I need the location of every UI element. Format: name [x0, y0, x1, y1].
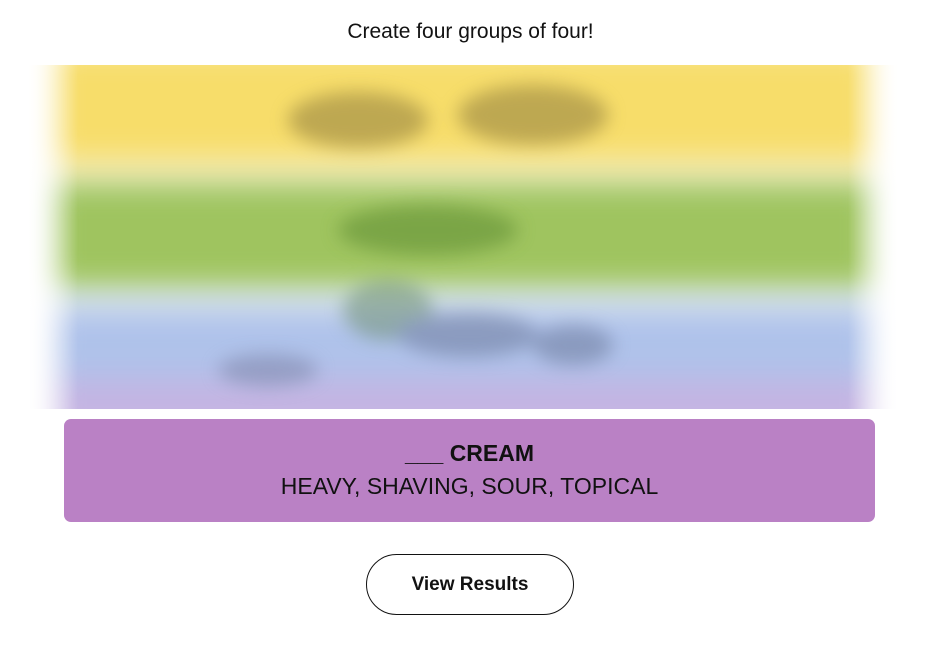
instructions-text: Create four groups of four!: [347, 20, 594, 43]
category-title: ___ CREAM: [404, 440, 535, 466]
blurred-row-purple: [48, 380, 878, 409]
view-results-button[interactable]: View Results: [366, 554, 574, 615]
category-members: HEAVY, SHAVING, SOUR, TOPICAL: [280, 473, 659, 499]
blurred-game-board: [28, 65, 898, 409]
connections-page: Create four groups of four! ___ CREAM HE…: [0, 0, 941, 650]
blurred-board-graphic: [28, 65, 898, 409]
solved-category-card: ___ CREAM HEAVY, SHAVING, SOUR, TOPICAL: [64, 419, 875, 522]
